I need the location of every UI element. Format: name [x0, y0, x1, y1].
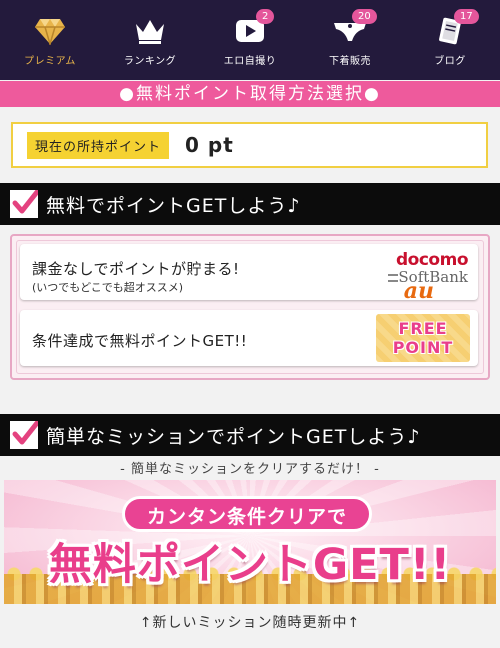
footer-caption: ↑新しいミッション随時更新中↑ [139, 615, 361, 631]
nav-label: エロ自撮り [223, 56, 277, 67]
section-title: 無料でポイントGETしよう♪ [46, 194, 301, 217]
notification-badge: 2 [256, 9, 275, 24]
badge-line: FREE [398, 319, 448, 338]
nav-item-premium[interactable]: プレミアム [0, 0, 100, 80]
checkmark-icon [10, 190, 38, 218]
nav-label: ランキング [123, 56, 177, 67]
diamond-icon [33, 16, 67, 46]
mission-caption: - 簡単なミッションをクリアするだけ！ - [120, 462, 380, 477]
nav-item-ranking[interactable]: ランキング [100, 0, 200, 80]
banner-pill: カンタン条件クリアで [122, 496, 372, 532]
carrier-logos: docomo SoftBank au [388, 248, 469, 304]
section-header-free-points: 無料でポイントGETしよう♪ [0, 183, 500, 225]
nav-label: プレミアム [24, 56, 76, 67]
free-point-badge: FREE POINT [376, 314, 470, 362]
points-label: 現在の所持ポイント [27, 131, 170, 159]
points-value: 0 pt [185, 133, 234, 157]
nav-item-underwear[interactable]: 20 下着販売 [300, 0, 400, 80]
section-title: 簡単なミッションでポイントGETしよう♪ [46, 425, 421, 448]
nav-label: 下着販売 [329, 56, 371, 67]
nav-item-selfie[interactable]: 2 エロ自撮り [200, 0, 300, 80]
free-points-panel: 課金なしでポイントが貯まる! (いつでもどこでも超オススメ) docomo So… [10, 234, 490, 380]
card-subtitle: (いつでもどこでも超オススメ) [32, 281, 184, 294]
notification-badge: 17 [454, 9, 479, 24]
card-title: 条件達成で無料ポイントGET!! [32, 332, 248, 350]
top-nav: プレミアム ランキング 2 エロ自撮り 20 下着販売 17 ブログ [0, 0, 500, 80]
page-title: ●無料ポイント取得方法選択● [0, 81, 500, 107]
banner-headline: 無料ポイントGET!! [48, 540, 452, 590]
points-display: 現在の所持ポイント 0 pt [11, 122, 488, 168]
card-title: 課金なしでポイントが貯まる! [32, 260, 240, 278]
docomo-logo: docomo [396, 250, 469, 270]
au-logo: au [403, 278, 434, 304]
crown-icon [133, 16, 167, 46]
nav-item-blog[interactable]: 17 ブログ [400, 0, 500, 80]
softbank-mark-icon [388, 274, 398, 282]
free-point-card[interactable]: 条件達成で無料ポイントGET!! FREE POINT [20, 310, 478, 366]
carrier-points-card[interactable]: 課金なしでポイントが貯まる! (いつでもどこでも超オススメ) docomo So… [20, 244, 478, 304]
mission-banner[interactable]: カンタン条件クリアで 無料ポイントGET!! [4, 480, 496, 604]
checkmark-icon [10, 421, 38, 449]
section-header-missions: 簡単なミッションでポイントGETしよう♪ [0, 414, 500, 456]
badge-line: POINT [392, 338, 454, 357]
notification-badge: 20 [352, 9, 377, 24]
nav-label: ブログ [434, 56, 466, 67]
